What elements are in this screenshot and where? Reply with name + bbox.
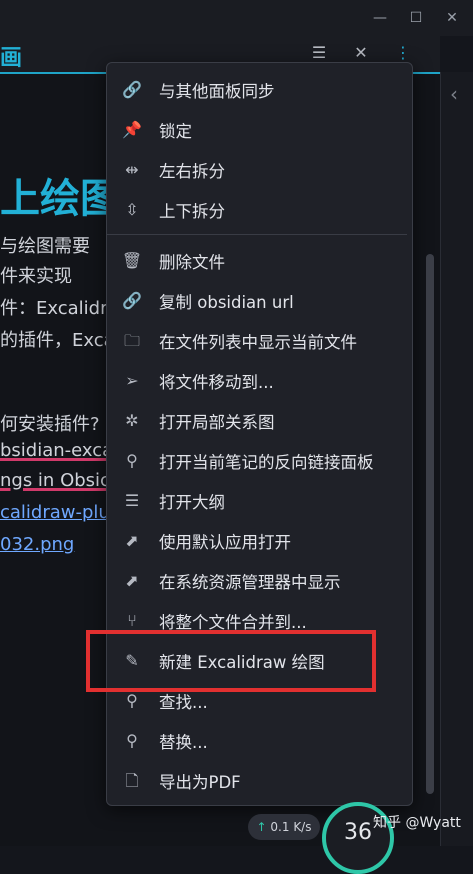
close-window-button[interactable]: ✕ xyxy=(442,8,462,28)
menu-item-label: 上下拆分 xyxy=(159,202,225,221)
document-link[interactable]: 032.png xyxy=(0,534,74,555)
menu-item-open-default-app[interactable]: ⬈ 使用默认应用打开 xyxy=(107,522,407,560)
more-options-icon[interactable]: ⋮ xyxy=(392,42,414,64)
document-link[interactable]: calidraw-plug xyxy=(0,502,121,523)
split-vertical-icon: ⇳ xyxy=(125,200,139,219)
link-icon: 🔗 xyxy=(122,80,142,99)
backlink-icon: ⚲ xyxy=(126,451,138,470)
link-icon: 🔗 xyxy=(122,291,142,310)
reading-view-icon[interactable]: ☰ xyxy=(308,42,330,64)
menu-item-label: 左右拆分 xyxy=(159,162,225,181)
speed-unit: K/s xyxy=(293,820,312,834)
menu-separator xyxy=(107,234,407,235)
menu-item-label: 替换... xyxy=(159,733,208,752)
minimize-button[interactable]: — xyxy=(370,8,390,28)
document-line: 的插件，Exca xyxy=(0,330,115,351)
watermark: 知乎 @Wyatt xyxy=(373,815,461,831)
highlight-box xyxy=(86,630,376,692)
menu-item-label: 在文件列表中显示当前文件 xyxy=(159,333,357,352)
document-line: 与绘图需要 xyxy=(0,236,90,257)
menu-item-label: 与其他面板同步 xyxy=(159,82,275,101)
menu-item-label: 打开大纲 xyxy=(159,493,225,512)
menu-item-label: 复制 obsidian url xyxy=(159,293,294,312)
menu-item-label: 锁定 xyxy=(159,122,192,141)
document-line: 何安装插件? xyxy=(0,414,100,435)
document-link[interactable]: ngs in Obsic xyxy=(0,470,110,491)
file-icon: 🗋 xyxy=(125,771,139,790)
open-external-icon: ⬈ xyxy=(125,531,139,550)
menu-scrollbar[interactable] xyxy=(426,254,434,794)
menu-item-outline[interactable]: ☰ 打开大纲 xyxy=(107,482,407,520)
menu-item-label: 使用默认应用打开 xyxy=(159,533,291,552)
network-speed-badge: ↑ 0.1 K/s xyxy=(248,814,320,840)
document-line: 件来实现 xyxy=(0,266,72,287)
menu-item-replace[interactable]: ⚲ 替换... xyxy=(107,722,407,760)
search-icon: ⚲ xyxy=(126,691,138,710)
menu-item-copy-url[interactable]: 🔗 复制 obsidian url xyxy=(107,282,407,320)
menu-item-label: 在系统资源管理器中显示 xyxy=(159,573,341,592)
context-menu: 🔗 与其他面板同步 📌 锁定 ⇹ 左右拆分 ⇳ 上下拆分 🗑 删除文件 🔗 复制… xyxy=(106,62,413,806)
trash-icon: 🗑 xyxy=(121,251,143,270)
menu-item-reveal-in-list[interactable]: 🗀 在文件列表中显示当前文件 xyxy=(107,322,407,360)
menu-item-label: 删除文件 xyxy=(159,253,225,272)
speed-value: 0.1 xyxy=(270,820,290,834)
outline-icon: ☰ xyxy=(124,491,140,510)
document-line: 件：Excalidr xyxy=(0,298,108,319)
menu-item-local-graph[interactable]: ✲ 打开局部关系图 xyxy=(107,402,407,440)
menu-item-label: 打开局部关系图 xyxy=(159,413,275,432)
search-icon: ⚲ xyxy=(126,731,138,750)
document-link[interactable]: bsidian-exca xyxy=(0,440,113,461)
menu-item-sync[interactable]: 🔗 与其他面板同步 xyxy=(107,71,407,109)
merge-icon: ⑂ xyxy=(127,611,137,630)
menu-item-label: 打开当前笔记的反向链接面板 xyxy=(159,453,374,472)
menu-item-label: 导出为PDF xyxy=(159,773,241,792)
title-bar: — ☐ ✕ xyxy=(0,0,473,36)
pin-icon: 📌 xyxy=(122,120,142,139)
split-horizontal-icon: ⇹ xyxy=(125,160,139,179)
upload-arrow-icon: ↑ xyxy=(256,820,267,834)
menu-item-export-pdf[interactable]: 🗋 导出为PDF xyxy=(107,762,407,800)
menu-item-move-file[interactable]: ➢ 将文件移动到... xyxy=(107,362,407,400)
menu-item-delete-file[interactable]: 🗑 删除文件 xyxy=(107,242,407,280)
menu-item-split-horizontal[interactable]: ⇹ 左右拆分 xyxy=(107,151,407,189)
close-pane-icon[interactable]: ✕ xyxy=(350,42,372,64)
menu-item-show-in-explorer[interactable]: ⬈ 在系统资源管理器中显示 xyxy=(107,562,407,600)
maximize-button[interactable]: ☐ xyxy=(406,8,426,28)
document-heading: 上绘图 xyxy=(0,176,120,222)
folder-icon: 🗀 xyxy=(123,331,140,350)
send-icon: ➢ xyxy=(125,371,139,390)
menu-item-label: 将文件移动到... xyxy=(159,373,274,392)
menu-item-label: 查找... xyxy=(159,693,208,712)
menu-item-split-vertical[interactable]: ⇳ 上下拆分 xyxy=(107,191,407,229)
menu-item-lock[interactable]: 📌 锁定 xyxy=(107,111,407,149)
right-sidebar-strip xyxy=(440,72,473,846)
graph-icon: ✲ xyxy=(125,411,139,430)
menu-item-backlinks[interactable]: ⚲ 打开当前笔记的反向链接面板 xyxy=(107,442,407,480)
tab-title[interactable]: 画 xyxy=(0,40,22,72)
chevron-left-icon[interactable]: ‹ xyxy=(450,82,458,106)
open-external-icon: ⬈ xyxy=(125,571,139,590)
